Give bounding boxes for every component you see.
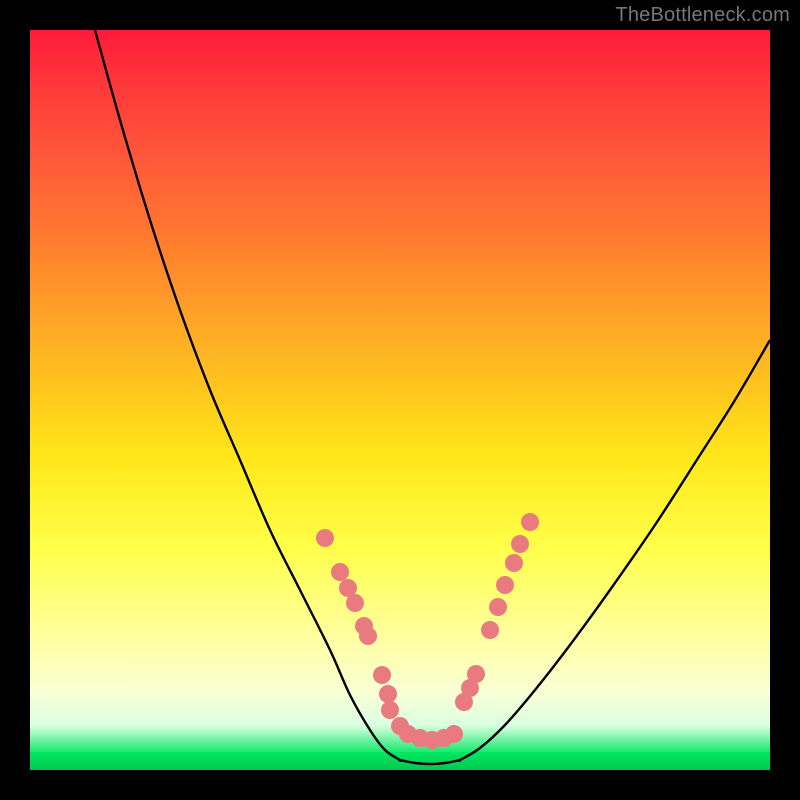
data-marker xyxy=(381,701,399,719)
data-marker xyxy=(467,665,485,683)
data-marker xyxy=(505,554,523,572)
attribution-text: TheBottleneck.com xyxy=(615,4,790,27)
data-marker xyxy=(511,535,529,553)
data-marker xyxy=(316,529,334,547)
bottleneck-curve xyxy=(95,30,770,764)
chart-svg xyxy=(30,30,770,770)
chart-frame xyxy=(30,30,770,770)
data-marker xyxy=(331,563,349,581)
data-marker xyxy=(445,725,463,743)
data-marker xyxy=(359,627,377,645)
data-marker xyxy=(481,621,499,639)
data-marker xyxy=(379,685,397,703)
data-marker xyxy=(496,576,514,594)
data-markers-group xyxy=(316,513,539,749)
data-marker xyxy=(489,598,507,616)
data-marker xyxy=(521,513,539,531)
data-marker xyxy=(346,594,364,612)
data-marker xyxy=(373,666,391,684)
